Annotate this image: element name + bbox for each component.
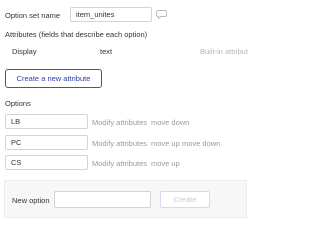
option-value: LB bbox=[11, 117, 21, 126]
option-value-input[interactable]: PC bbox=[5, 135, 88, 150]
move-down-link[interactable]: move down bbox=[182, 139, 220, 148]
new-option-input[interactable] bbox=[54, 191, 151, 208]
modify-attributes-link[interactable]: Modify attributes bbox=[92, 159, 147, 168]
create-attribute-button[interactable]: Create a new attribute bbox=[5, 69, 102, 88]
move-up-link[interactable]: move up bbox=[151, 159, 180, 168]
attribute-type: text bbox=[100, 47, 113, 56]
option-value-input[interactable]: CS bbox=[5, 155, 88, 170]
create-option-button-label: Create bbox=[173, 195, 197, 204]
modify-attributes-link[interactable]: Modify attributes bbox=[92, 139, 147, 148]
modify-attributes-link[interactable]: Modify attributes bbox=[92, 118, 147, 127]
move-down-link[interactable]: move down bbox=[151, 118, 189, 127]
attribute-name: Display bbox=[12, 47, 37, 56]
create-attribute-button-label: Create a new attribute bbox=[16, 74, 91, 83]
attribute-builtin-note: Built-in attribut bbox=[200, 47, 248, 56]
new-option-label: New option bbox=[12, 196, 50, 205]
option-set-name-value: item_unites bbox=[76, 10, 115, 19]
move-up-link[interactable]: move up bbox=[151, 139, 180, 148]
comment-icon[interactable] bbox=[156, 9, 167, 21]
option-value: PC bbox=[11, 138, 22, 147]
option-value-input[interactable]: LB bbox=[5, 114, 88, 129]
option-set-name-label: Option set name bbox=[5, 11, 61, 20]
attributes-heading: Attributes (fields that describe each op… bbox=[5, 30, 148, 39]
create-option-button[interactable]: Create bbox=[160, 191, 210, 208]
option-value: CS bbox=[11, 158, 22, 167]
option-set-name-input[interactable]: item_unites bbox=[70, 7, 152, 22]
options-heading: Options bbox=[5, 99, 31, 108]
